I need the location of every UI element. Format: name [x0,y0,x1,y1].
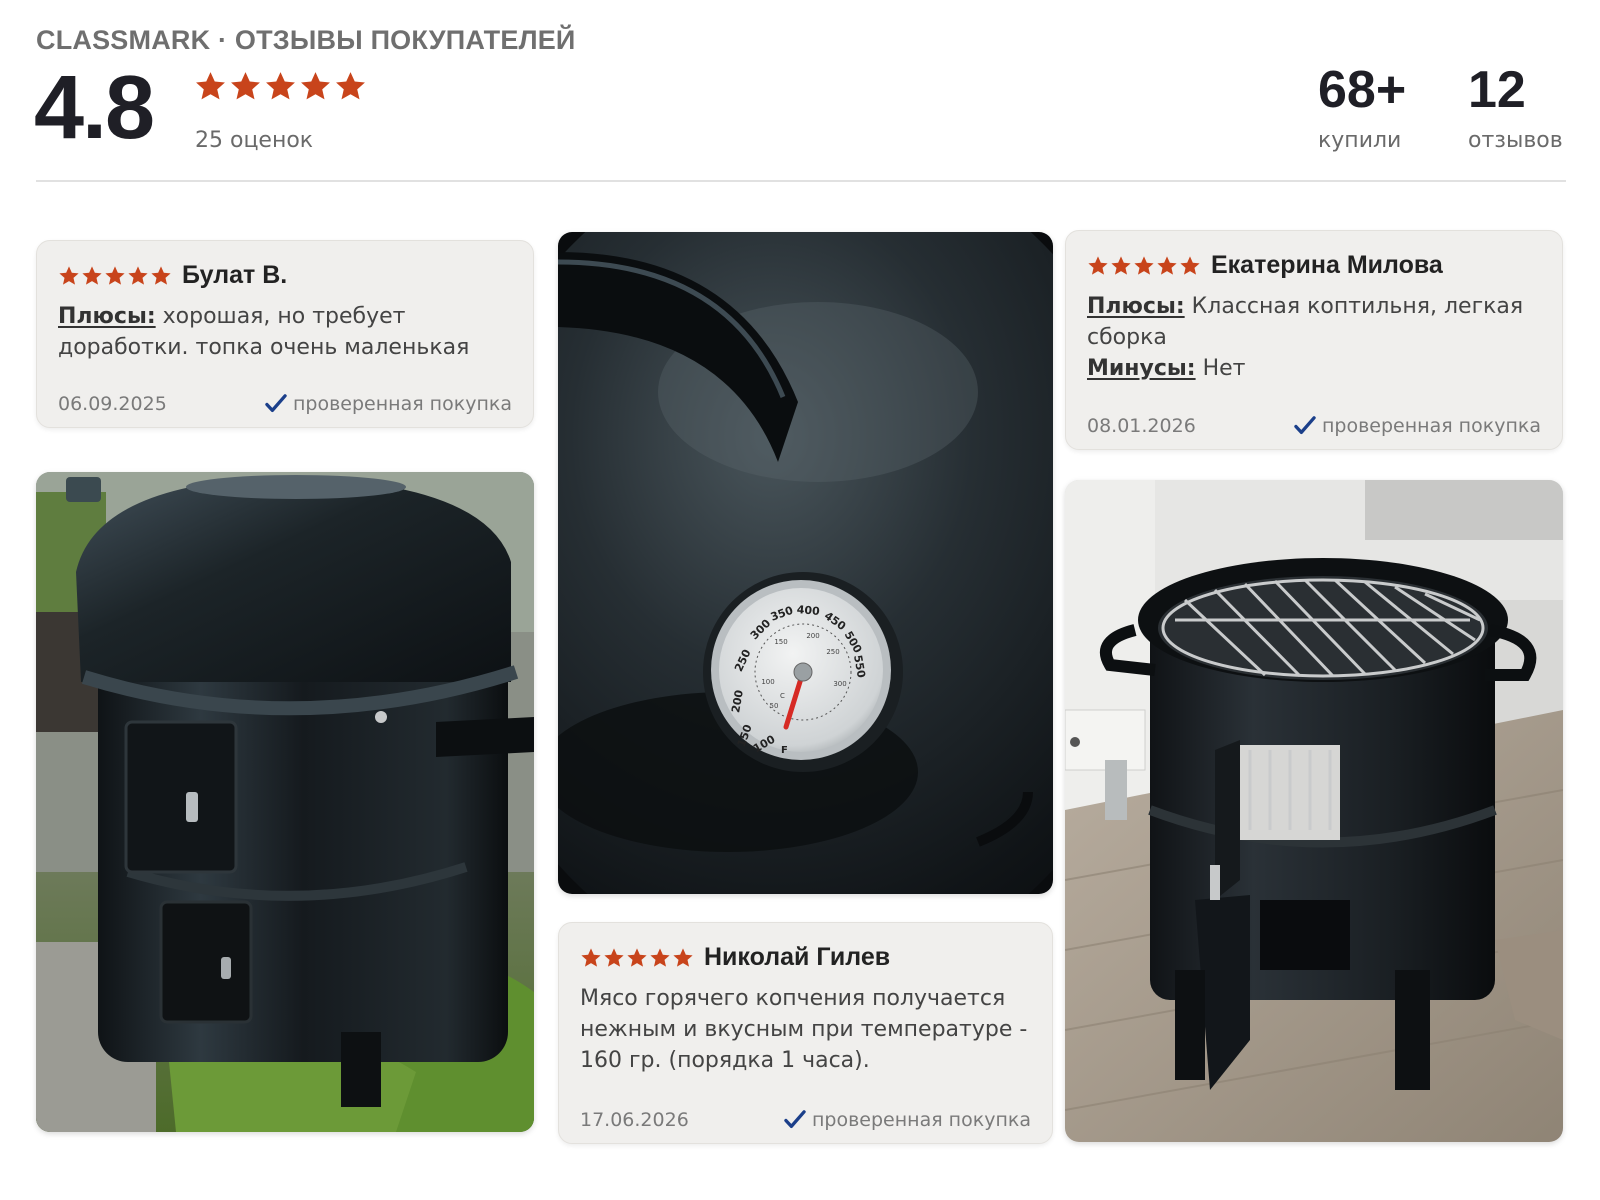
review-footer: 17.06.2026 проверенная покупка [580,1109,1031,1131]
review-card[interactable]: Булат В. Плюсы: хорошая, но требует дора… [36,240,534,428]
svg-text:150: 150 [774,638,787,646]
star-icon [58,265,80,287]
verified-badge: проверенная покупка [1294,415,1541,437]
review-stars [58,265,172,287]
average-rating: 4.8 [34,58,155,158]
star-icon [1179,255,1201,277]
brand-title: CLASSMARK · ОТЗЫВЫ ПОКУПАТЕЛЕЙ [36,25,576,55]
dial-unit-c: C [780,692,785,700]
stat-bought-label: купили [1318,128,1402,153]
stat-bought-value: 68+ [1318,61,1407,119]
star-icon [194,70,227,103]
svg-text:200: 200 [806,632,819,640]
verified-badge: проверенная покупка [265,393,512,415]
star-icon [1133,255,1155,277]
smoker-indoor-photo[interactable] [1065,480,1563,1142]
check-icon [1294,416,1316,436]
review-header: Булат В. [58,261,287,290]
review-card[interactable]: Николай Гилев Мясо горячего копчения пол… [558,922,1053,1144]
pros-line: Плюсы: Классная коптильня, легкая сборка [1087,291,1546,353]
review-stars [580,947,694,969]
dial-unit-f: F [781,745,788,756]
star-icon [1087,255,1109,277]
verified-label: проверенная покупка [1321,415,1541,437]
star-icon [672,947,694,969]
smoker-indoor-illustration [1065,480,1563,1142]
smoker-outdoor-photo[interactable] [36,472,534,1132]
review-text: Плюсы: хорошая, но требует доработки. то… [58,301,517,363]
review-header: Екатерина Милова [1087,251,1443,280]
review-header: Николай Гилев [580,943,890,972]
review-footer: 08.01.2026 проверенная покупка [1087,415,1541,437]
stat-reviews-label: отзывов [1468,128,1563,153]
star-icon [334,70,367,103]
stat-reviews-value: 12 [1468,61,1526,119]
cons-label: Минусы: [1087,356,1196,381]
star-icon [299,70,332,103]
star-icon [150,265,172,287]
review-author: Булат В. [182,261,288,289]
star-icon [1110,255,1132,277]
cons-line: Минусы: Нет [1087,353,1546,384]
thermometer-illustration: 150 200 250 300 350 400 450 500 550 100 … [558,232,1053,894]
verified-badge: проверенная покупка [784,1109,1031,1131]
check-icon [265,394,287,414]
star-icon [1156,255,1178,277]
review-text: Мясо горячего копчения получается нежным… [580,986,1028,1073]
check-icon [784,1110,806,1130]
review-date: 08.01.2026 [1087,415,1196,437]
review-text: Плюсы: Классная коптильня, легкая сборка… [1087,291,1546,384]
thermometer-lid-photo[interactable]: 150 200 250 300 350 400 450 500 550 100 … [558,232,1053,894]
review-date: 17.06.2026 [580,1109,689,1131]
pros-label: Плюсы: [58,304,156,329]
header-divider [36,180,1566,182]
star-icon [127,265,149,287]
star-icon [229,70,262,103]
cons-text: Нет [1202,356,1246,381]
review-author: Екатерина Милова [1211,251,1443,279]
verified-label: проверенная покупка [292,393,512,415]
star-icon [603,947,625,969]
star-icon [649,947,671,969]
svg-text:50: 50 [770,702,779,710]
review-card[interactable]: Екатерина Милова Плюсы: Классная коптиль… [1065,230,1563,450]
star-icon [104,265,126,287]
svg-text:250: 250 [826,648,839,656]
ratings-count: 25 оценок [195,128,314,153]
smoker-outdoor-illustration [36,472,534,1132]
star-icon [81,265,103,287]
star-icon [580,947,602,969]
review-author: Николай Гилев [704,943,891,971]
svg-text:100: 100 [761,678,774,686]
review-date: 06.09.2025 [58,393,167,415]
average-rating-stars [194,70,367,103]
star-icon [626,947,648,969]
verified-label: проверенная покупка [811,1109,1031,1131]
pros-label: Плюсы: [1087,294,1185,319]
svg-text:400: 400 [796,603,820,618]
review-footer: 06.09.2025 проверенная покупка [58,393,512,415]
stat-bought: 68+ купили [1318,58,1406,153]
svg-text:300: 300 [833,680,846,688]
stat-reviews: 12 отзывов [1468,58,1563,153]
star-icon [264,70,297,103]
review-stars [1087,255,1201,277]
